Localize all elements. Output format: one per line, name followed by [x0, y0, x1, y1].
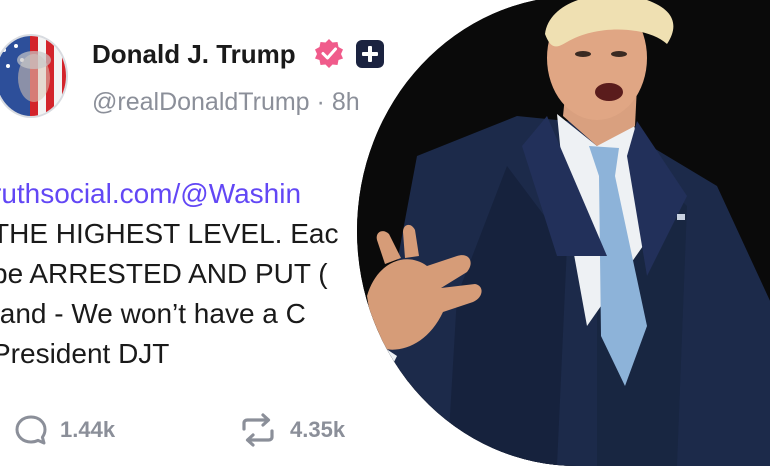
post-link[interactable]: ruthsocial.com/@Washin [0, 174, 339, 214]
handle[interactable]: @realDonaldTrump [92, 88, 310, 116]
avatar[interactable] [0, 34, 68, 118]
verified-badge-icon [315, 39, 343, 68]
display-name[interactable]: Donald J. Trump [92, 39, 296, 70]
separator: · [316, 88, 325, 116]
reply-icon [15, 415, 47, 445]
post-line: tand - We won’t have a C [0, 298, 306, 329]
handle-line: @realDonaldTrump · 8h [92, 88, 360, 117]
retruth-icon [242, 413, 274, 447]
post-body: ruthsocial.com/@Washin THE HIGHEST LEVEL… [0, 174, 339, 374]
retruth-button[interactable]: 4.35k [238, 412, 345, 448]
plus-badge-icon [356, 40, 384, 68]
post-line: President DJT [0, 338, 170, 369]
avatar-flag-image [0, 36, 66, 116]
reply-count: 1.44k [60, 417, 116, 442]
post-line: be ARRESTED AND PUT ( [0, 258, 328, 289]
post-line: THE HIGHEST LEVEL. Eac [0, 218, 339, 249]
timestamp[interactable]: 8h [332, 88, 360, 116]
reply-button[interactable]: 1.44k [14, 412, 115, 448]
retruth-count: 4.35k [290, 417, 346, 442]
